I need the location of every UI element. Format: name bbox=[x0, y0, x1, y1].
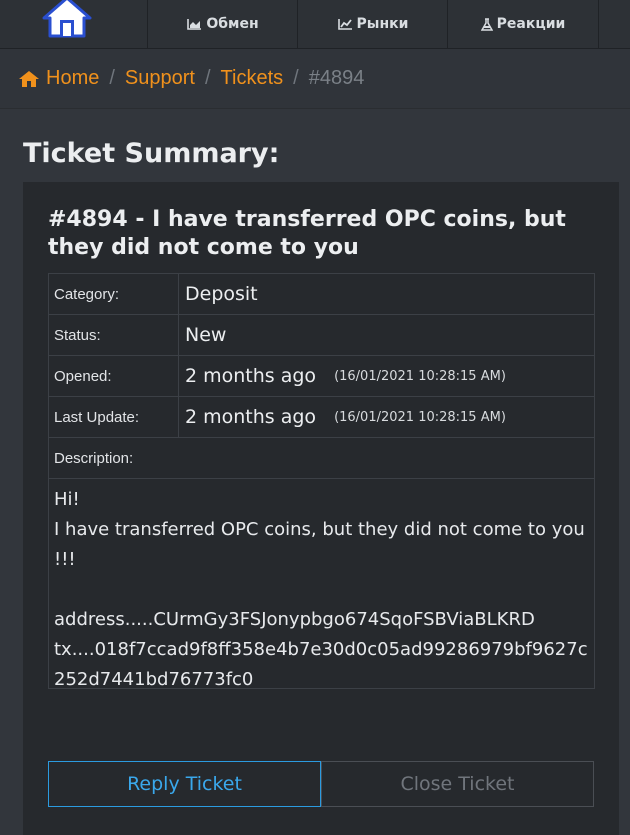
breadcrumb: Home / Support / Tickets / #4894 bbox=[0, 49, 630, 109]
description-body: Hi! I have transferred OPC coins, but th… bbox=[49, 479, 594, 690]
nav-item-exchange[interactable]: Обмен bbox=[147, 0, 298, 48]
reply-ticket-button[interactable]: Reply Ticket bbox=[48, 761, 321, 807]
ticket-title: #4894 - I have transferred OPC coins, bu… bbox=[48, 207, 566, 260]
updated-timestamp: (16/01/2021 10:28:15 AM) bbox=[334, 409, 506, 425]
last-update-value: 2 months ago (16/01/2021 10:28:15 AM) bbox=[179, 397, 594, 437]
home-logo-icon[interactable] bbox=[40, 0, 94, 38]
category-value: Deposit bbox=[185, 283, 258, 305]
description-line: I have transferred OPC coins, but they d… bbox=[54, 519, 585, 570]
breadcrumb-separator: / bbox=[293, 67, 299, 89]
ticket-card: #4894 - I have transferred OPC coins, bu… bbox=[23, 182, 619, 835]
breadcrumb-separator: / bbox=[204, 67, 211, 89]
nav-item-label: Обмен bbox=[206, 16, 259, 32]
table-row: Status: New bbox=[49, 315, 594, 356]
ticket-info-table: Category: Deposit Status: New Opened: 2 … bbox=[48, 273, 595, 690]
opened-relative: 2 months ago bbox=[185, 365, 317, 387]
status-value: New bbox=[185, 324, 227, 346]
line-chart-icon bbox=[337, 19, 352, 30]
flask-icon bbox=[480, 17, 493, 31]
description-line bbox=[54, 575, 588, 605]
opened-label: Opened: bbox=[49, 356, 179, 396]
nav-item-label: Реакции bbox=[496, 16, 566, 32]
description-line: address.....CUrmGy3FSJonypbgo674SqoFSBVi… bbox=[54, 609, 535, 630]
area-chart-icon bbox=[187, 19, 202, 30]
table-row: Category: Deposit bbox=[49, 274, 594, 315]
page-title: Ticket Summary: bbox=[23, 138, 280, 169]
opened-value: 2 months ago (16/01/2021 10:28:15 AM) bbox=[179, 356, 594, 396]
breadcrumb-tickets-link[interactable]: Tickets bbox=[221, 67, 284, 90]
breadcrumb-support-link[interactable]: Support bbox=[125, 67, 195, 90]
status-label: Status: bbox=[49, 315, 179, 355]
last-update-label: Last Update: bbox=[49, 397, 179, 437]
opened-timestamp: (16/01/2021 10:28:15 AM) bbox=[334, 368, 506, 384]
breadcrumb-current: #4894 bbox=[308, 67, 365, 89]
description-line: tx....018f7ccad9f8ff358e4b7e30d0c05ad992… bbox=[54, 639, 588, 690]
nav-item-label: Рынки bbox=[356, 16, 409, 32]
home-icon bbox=[19, 70, 39, 87]
table-row: Last Update: 2 months ago (16/01/2021 10… bbox=[49, 397, 594, 438]
description-line: Hi! bbox=[54, 489, 80, 510]
breadcrumb-separator: / bbox=[109, 67, 115, 89]
close-ticket-button[interactable]: Close Ticket bbox=[321, 761, 594, 807]
breadcrumb-home-link[interactable]: Home bbox=[46, 67, 99, 90]
category-label: Category: bbox=[49, 274, 179, 314]
nav-item-reactions[interactable]: Реакции bbox=[447, 0, 599, 48]
table-row: Opened: 2 months ago (16/01/2021 10:28:1… bbox=[49, 356, 594, 397]
nav-item-markets[interactable]: Рынки bbox=[297, 0, 448, 48]
description-label: Description: bbox=[49, 438, 594, 479]
top-navbar: Обмен Рынки Реакции bbox=[0, 0, 630, 49]
updated-relative: 2 months ago bbox=[185, 406, 317, 428]
